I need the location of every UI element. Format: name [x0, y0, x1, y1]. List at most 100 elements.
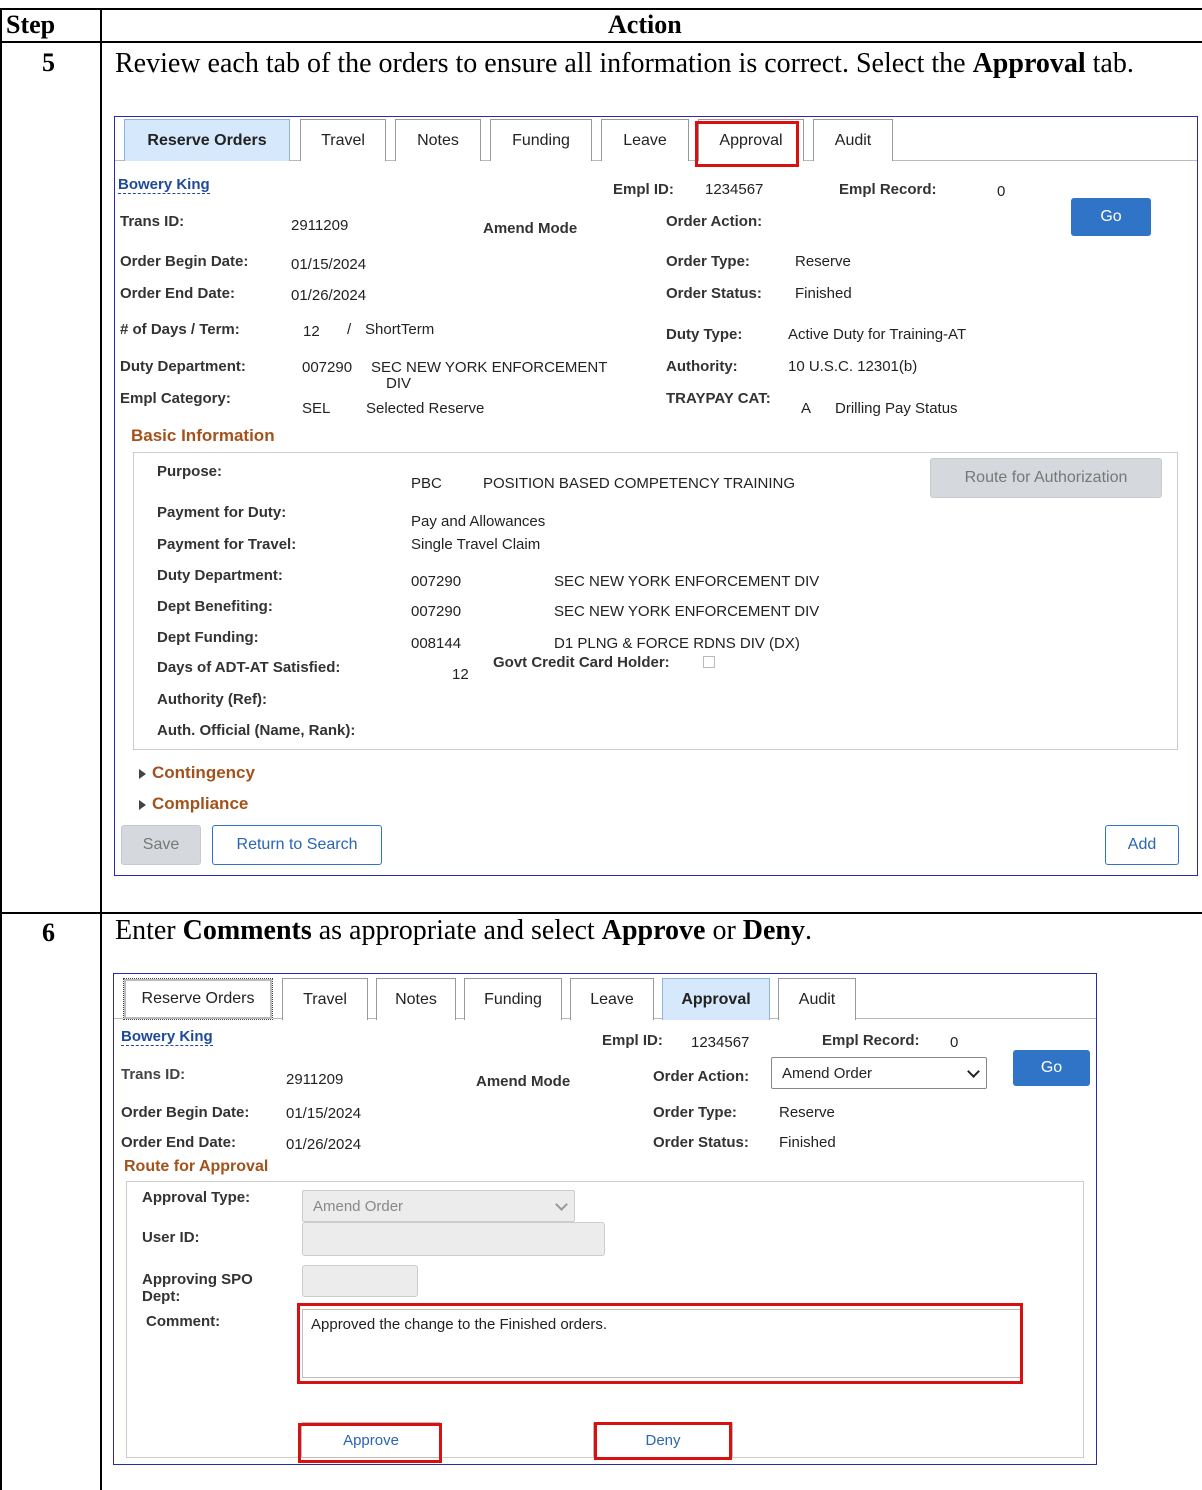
tab-approval[interactable]: Approval: [698, 119, 804, 161]
begin-date-label: Order Begin Date:: [120, 253, 249, 270]
approval-type-select[interactable]: Amend Order: [302, 1190, 575, 1222]
dept-funding-code: 008144: [411, 635, 462, 652]
basic-information-panel: Purpose: PBC POSITION BASED COMPETENCY T…: [133, 452, 1178, 750]
tab-notes[interactable]: Notes: [395, 119, 481, 161]
contingency-label: Contingency: [152, 763, 255, 782]
bi-duty-department-code: 007290: [411, 573, 462, 590]
days-value: 12: [303, 323, 320, 340]
tab-leave[interactable]: Leave: [601, 119, 689, 161]
bi-duty-department-name: SEC NEW YORK ENFORCEMENT DIV: [554, 573, 820, 590]
step-5-text-end: tab.: [1085, 48, 1134, 79]
dept-funding-name: D1 PLNG & FORCE RDNS DIV (DX): [554, 635, 800, 652]
step-number-6: 6: [42, 918, 55, 947]
duty-type-value: Active Duty for Training-AT: [788, 326, 967, 343]
begin-date-label: Order Begin Date:: [121, 1104, 250, 1121]
order-status-label: Order Status:: [666, 285, 762, 302]
begin-date-value: 01/15/2024: [286, 1105, 362, 1122]
expand-triangle-icon: [139, 768, 146, 779]
govt-credit-card-checkbox[interactable]: [703, 656, 715, 668]
route-for-approval-panel: Approval Type: Amend Order User ID: Appr…: [126, 1181, 1084, 1458]
compliance-label: Compliance: [152, 794, 249, 813]
duty-department-code: 007290: [302, 359, 353, 376]
tab-audit[interactable]: Audit: [778, 978, 856, 1020]
add-button[interactable]: Add: [1105, 825, 1179, 865]
order-type-label: Order Type:: [653, 1104, 737, 1121]
order-type-value: Reserve: [779, 1104, 835, 1121]
payment-duty-label: Payment for Duty:: [157, 504, 287, 521]
mode-label: Amend Mode: [476, 1073, 571, 1090]
tab-travel[interactable]: Travel: [282, 978, 368, 1020]
step-5-bold: Approval: [972, 48, 1086, 79]
auth-official-label: Auth. Official (Name, Rank):: [157, 722, 356, 739]
return-to-search-button[interactable]: Return to Search: [212, 825, 382, 865]
step-6-bold-2: Approve: [601, 915, 706, 946]
tab-reserve-orders[interactable]: Reserve Orders: [124, 119, 290, 161]
approval-type-label: Approval Type:: [142, 1189, 251, 1206]
trans-id-value: 2911209: [286, 1071, 344, 1088]
employee-name-link[interactable]: Bowery King: [118, 176, 210, 194]
tab-funding[interactable]: Funding: [464, 978, 562, 1020]
compliance-section[interactable]: Compliance: [139, 794, 248, 814]
empl-id-label: Empl ID:: [613, 181, 674, 198]
order-type-label: Order Type:: [666, 253, 750, 270]
trans-id-label: Trans ID:: [120, 213, 185, 230]
empl-id-label: Empl ID:: [602, 1032, 663, 1049]
empl-record-value: 0: [997, 183, 1006, 200]
table-header-divider: [0, 41, 1202, 43]
route-for-authorization-button[interactable]: Route for Authorization: [930, 458, 1162, 498]
order-status-label: Order Status:: [653, 1134, 749, 1151]
authority-ref-label: Authority (Ref):: [157, 691, 267, 708]
order-status-value: Finished: [795, 285, 852, 302]
table-border-top: [0, 8, 1202, 10]
payment-duty-value: Pay and Allowances: [411, 513, 546, 530]
tab-funding[interactable]: Funding: [490, 119, 592, 161]
empl-id-value: 1234567: [691, 1034, 750, 1051]
tab-audit[interactable]: Audit: [813, 119, 893, 161]
tab-notes[interactable]: Notes: [376, 978, 456, 1020]
term-separator: /: [347, 321, 352, 338]
order-type-value: Reserve: [795, 253, 851, 270]
tab-reserve-orders[interactable]: Reserve Orders: [123, 978, 273, 1020]
contingency-section[interactable]: Contingency: [139, 763, 255, 783]
comment-label: Comment:: [146, 1313, 221, 1330]
dept-benefiting-label: Dept Benefiting:: [157, 598, 273, 615]
go-button[interactable]: Go: [1071, 198, 1151, 236]
chevron-down-icon: [967, 1065, 980, 1078]
empl-category-label: Empl Category:: [120, 390, 231, 407]
tab-leave[interactable]: Leave: [570, 978, 654, 1020]
authority-value: 10 U.S.C. 12301(b): [788, 358, 918, 375]
step-6-text-4: .: [805, 915, 812, 946]
screenshot-reserve-orders: Reserve Orders Travel Notes Funding Leav…: [114, 116, 1198, 876]
approve-button[interactable]: Approve: [301, 1422, 441, 1458]
table-col-divider: [100, 8, 102, 1490]
empl-record-label: Empl Record:: [822, 1032, 920, 1049]
traypay-value: Drilling Pay Status: [835, 400, 958, 417]
trans-id-value: 2911209: [291, 217, 349, 234]
dept-benefiting-name: SEC NEW YORK ENFORCEMENT DIV: [554, 603, 820, 620]
deny-button[interactable]: Deny: [593, 1422, 733, 1458]
tab-travel[interactable]: Travel: [300, 119, 386, 161]
user-id-field[interactable]: [302, 1222, 605, 1256]
employee-name-link[interactable]: Bowery King: [121, 1028, 213, 1046]
go-button[interactable]: Go: [1013, 1050, 1090, 1086]
days-satisfied-value: 12: [452, 666, 469, 683]
empl-category-code: SEL: [302, 400, 331, 417]
empl-category-value: Selected Reserve: [366, 400, 485, 417]
empl-record-label: Empl Record:: [839, 181, 937, 198]
payment-travel-value: Single Travel Claim: [411, 536, 541, 553]
header-action: Action: [608, 10, 682, 39]
save-button[interactable]: Save: [121, 825, 201, 865]
approving-spo-dept-field[interactable]: [302, 1265, 418, 1297]
duty-type-label: Duty Type:: [666, 326, 743, 343]
header-step: Step: [6, 10, 56, 39]
term-value: ShortTerm: [365, 321, 435, 338]
approval-type-value: Amend Order: [313, 1197, 404, 1215]
tab-approval[interactable]: Approval: [662, 978, 770, 1020]
mode-label: Amend Mode: [483, 220, 578, 237]
order-action-select[interactable]: Amend Order: [771, 1057, 987, 1089]
comment-textarea[interactable]: Approved the change to the Finished orde…: [302, 1309, 1023, 1378]
chevron-down-icon: [555, 1198, 568, 1211]
end-date-value: 01/26/2024: [291, 287, 367, 304]
end-date-label: Order End Date:: [120, 285, 236, 302]
order-status-value: Finished: [779, 1134, 836, 1151]
